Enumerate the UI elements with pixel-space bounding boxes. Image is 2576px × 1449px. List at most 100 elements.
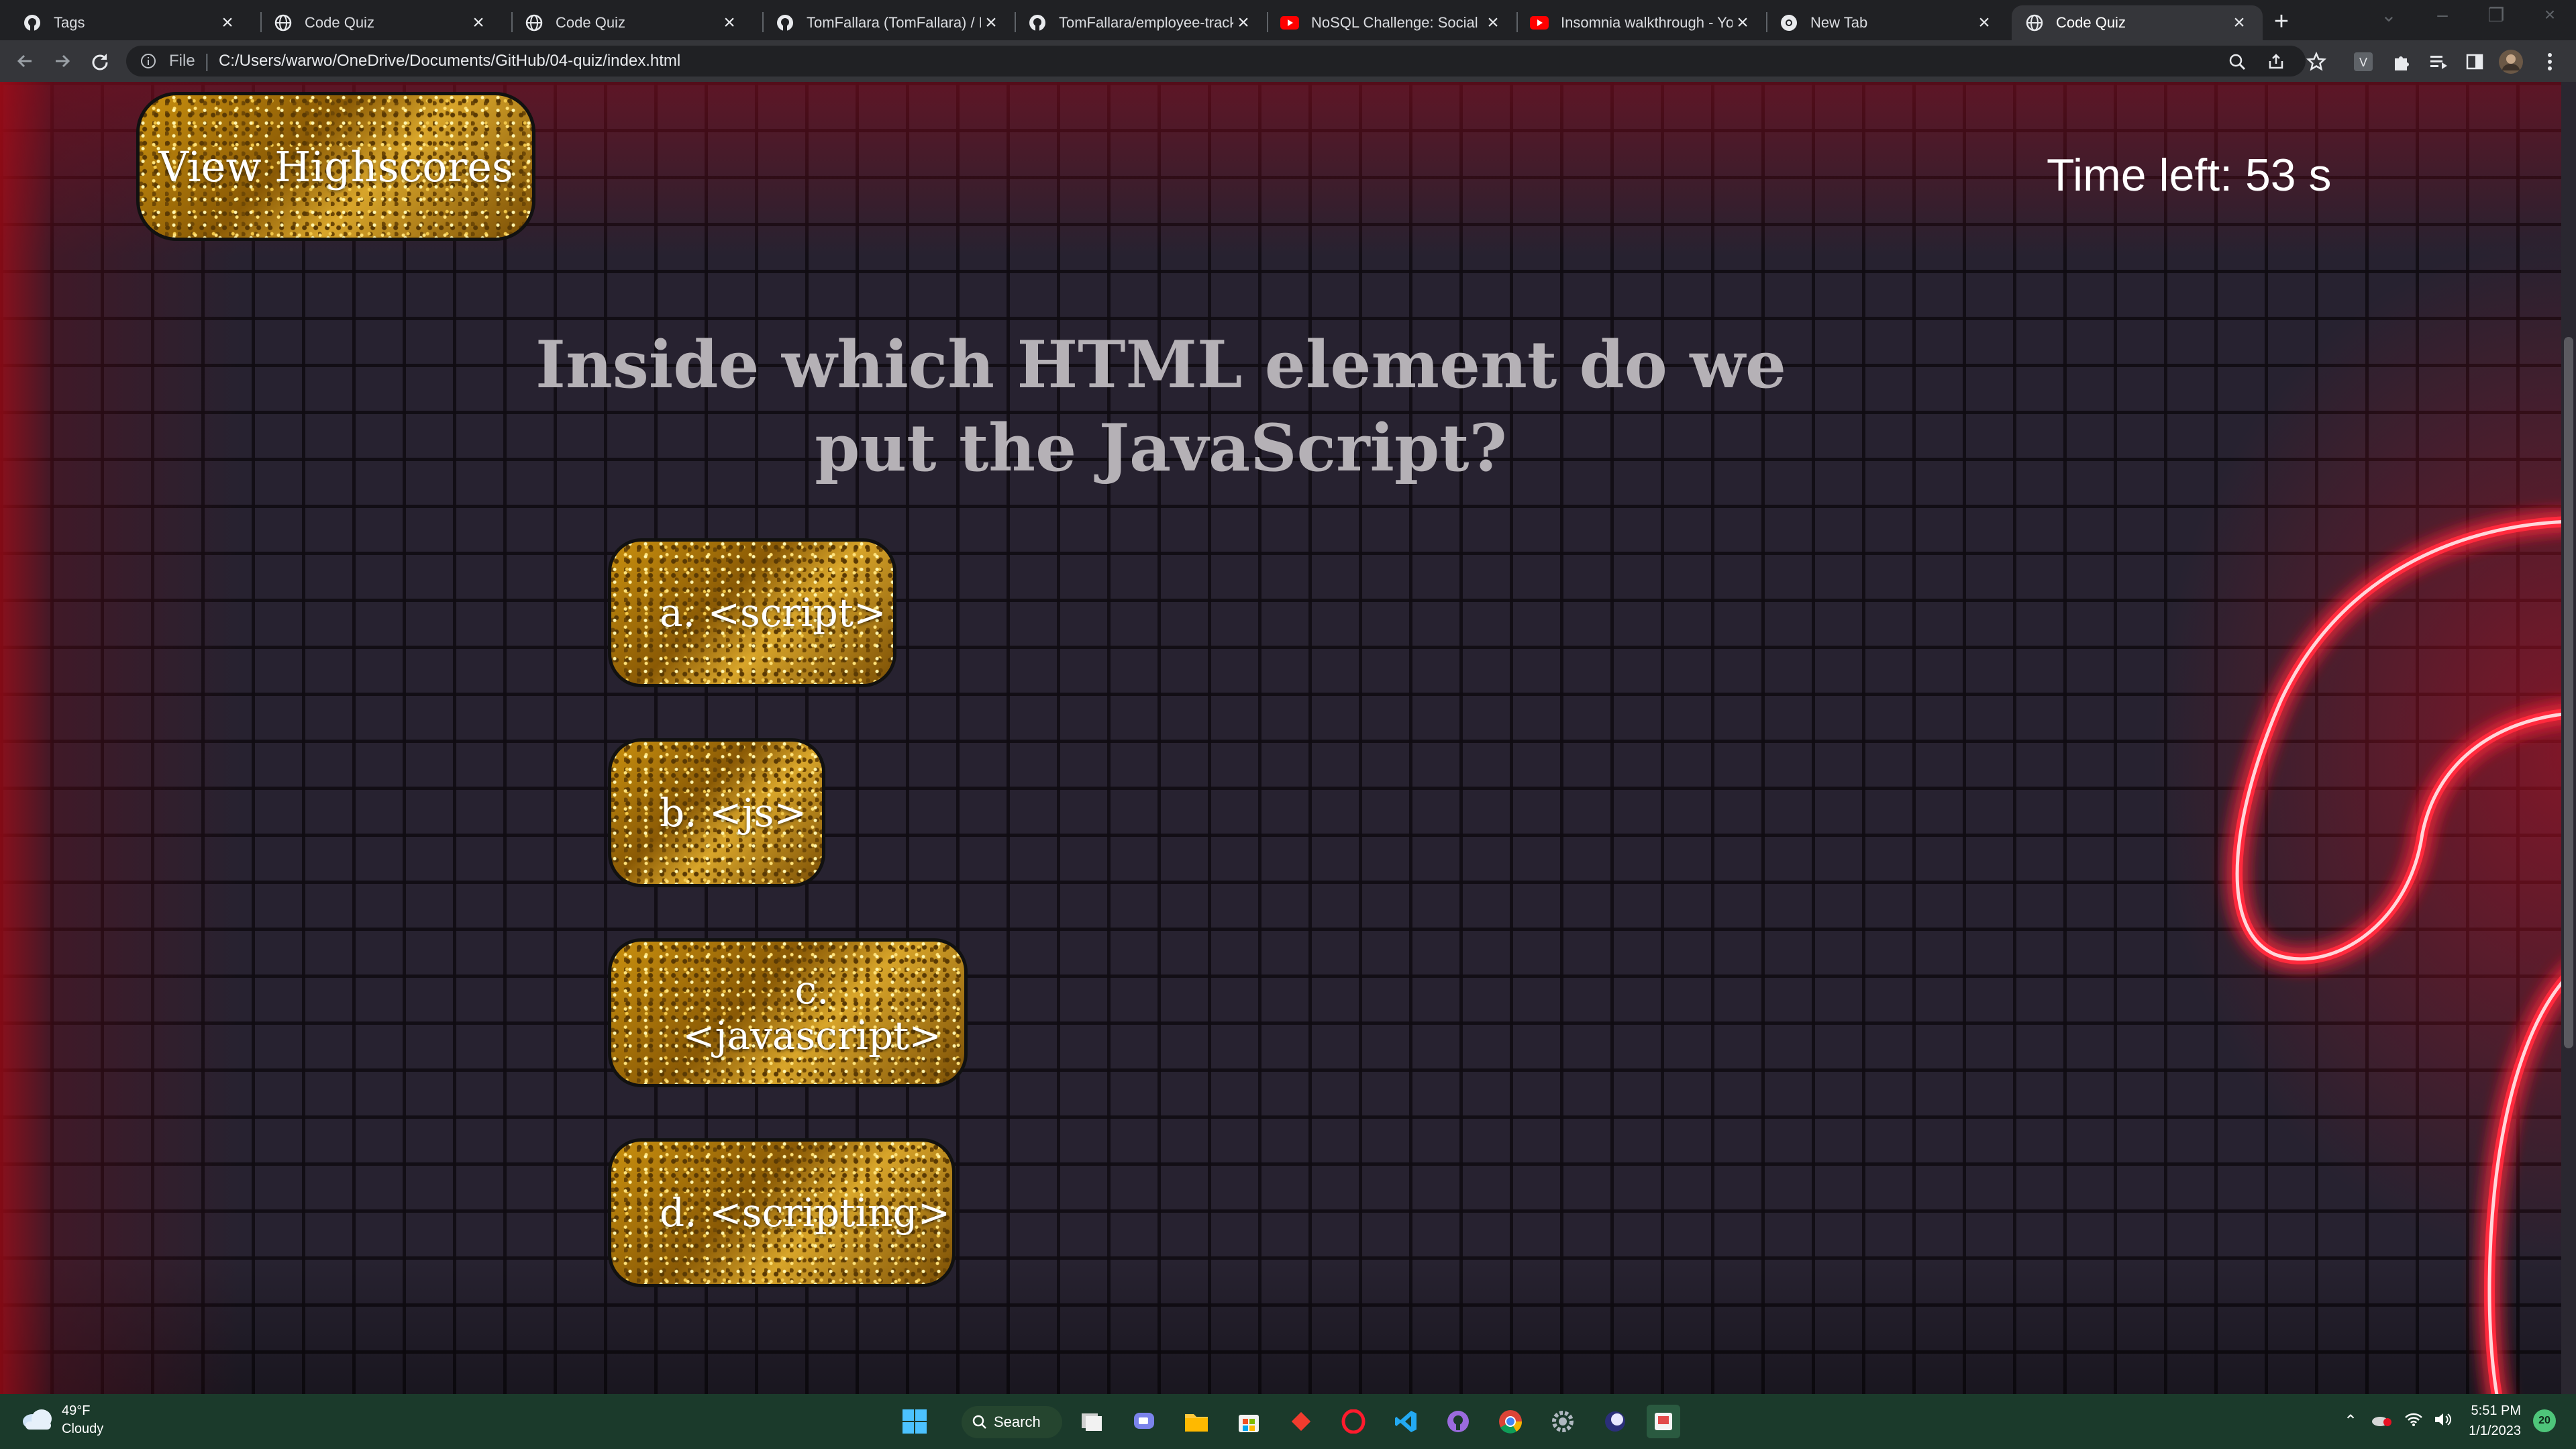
github-desktop-icon[interactable] [1441, 1405, 1475, 1438]
cloud-icon [20, 1407, 54, 1434]
zoom-icon[interactable] [2225, 50, 2249, 74]
search-icon [972, 1415, 986, 1429]
answer-button-a[interactable]: a. <script> [608, 538, 896, 687]
snipping-tool-icon[interactable] [1647, 1405, 1680, 1438]
globe-icon [525, 13, 544, 32]
close-icon[interactable]: × [1483, 13, 1503, 33]
close-icon[interactable]: × [1974, 13, 1994, 33]
youtube-icon [1530, 13, 1549, 32]
opera-icon[interactable] [1337, 1405, 1370, 1438]
git-diamond-icon[interactable] [1284, 1405, 1318, 1438]
tab-nosql-challenge[interactable]: NoSQL Challenge: Social Ne × [1267, 5, 1516, 40]
media-queue-icon[interactable] [2425, 48, 2452, 75]
tab-github-profile[interactable]: TomFallara (TomFallara) / Re × [762, 5, 1015, 40]
taskbar-search-button[interactable]: Search [962, 1406, 1062, 1438]
address-separator: | [204, 50, 209, 71]
extension-v-icon[interactable]: V [2350, 48, 2377, 75]
tab-code-quiz-active[interactable]: Code Quiz × [2012, 5, 2263, 40]
volume-icon[interactable] [2434, 1411, 2453, 1431]
profile-avatar[interactable] [2497, 48, 2524, 75]
address-scheme-label: File [169, 52, 195, 70]
address-url[interactable]: C:/Users/warwo/OneDrive/Documents/GitHub… [219, 52, 680, 70]
settings-gear-icon[interactable] [1546, 1405, 1580, 1438]
github-icon [23, 13, 42, 32]
reload-icon[interactable] [86, 47, 114, 75]
chrome-icon[interactable] [1494, 1405, 1527, 1438]
windows-start-icon[interactable] [898, 1405, 931, 1438]
tab-title: TomFallara (TomFallara) / Re [807, 14, 981, 31]
answer-button-b[interactable]: b. <js> [608, 738, 825, 887]
tab-title: NoSQL Challenge: Social Ne [1311, 14, 1483, 31]
close-icon[interactable]: × [1733, 13, 1753, 33]
answer-button-c[interactable]: c. <javascript> [608, 938, 968, 1087]
file-explorer-icon[interactable] [1180, 1405, 1213, 1438]
tab-title: Code Quiz [556, 14, 625, 31]
answer-button-d[interactable]: d. <scripting> [608, 1138, 956, 1287]
windows-taskbar: 49°F Cloudy Search ⌃ 5:51 PM 1/1/2023 20 [0, 1394, 2576, 1449]
tab-tags[interactable]: Tags × [9, 5, 251, 40]
tab-title: Insomnia walkthrough - You [1561, 14, 1733, 31]
menu-kebab-icon[interactable] [2536, 48, 2563, 75]
tab-title: Code Quiz [2056, 14, 2126, 31]
search-label: Search [994, 1413, 1041, 1430]
neon-sign-decoration [2232, 516, 2576, 1394]
tab-employee-tracker[interactable]: TomFallara/employee-track × [1015, 5, 1267, 40]
weather-widget[interactable]: 49°F Cloudy [20, 1402, 103, 1438]
close-icon[interactable]: × [468, 13, 488, 33]
onedrive-icon[interactable] [2371, 1412, 2392, 1430]
close-icon[interactable]: × [981, 13, 1001, 33]
youtube-icon [1280, 13, 1299, 32]
clock[interactable]: 5:51 PM 1/1/2023 [2469, 1401, 2521, 1441]
forward-icon[interactable] [48, 47, 76, 75]
tab-code-quiz-1[interactable]: Code Quiz × [260, 5, 502, 40]
close-icon[interactable]: × [217, 13, 238, 33]
github-icon [776, 13, 794, 32]
tab-insomnia-walkthrough[interactable]: Insomnia walkthrough - You × [1516, 5, 1766, 40]
clock-time: 5:51 PM [2471, 1403, 2521, 1418]
vscode-icon[interactable] [1389, 1405, 1423, 1438]
svg-text:V: V [2359, 56, 2367, 69]
window-close-icon[interactable]: × [2530, 4, 2570, 26]
clock-date: 1/1/2023 [2469, 1423, 2521, 1438]
info-icon[interactable] [138, 51, 158, 71]
task-view-icon[interactable] [1075, 1405, 1109, 1438]
question-title: Inside which HTML element do we put the … [535, 327, 1786, 486]
bookmark-star-icon[interactable] [2303, 48, 2330, 75]
view-highscores-button[interactable]: View Highscores [136, 92, 535, 241]
globe-icon [274, 13, 293, 32]
timer-display: Time left: 53 s [2047, 150, 2332, 201]
minimize-icon[interactable]: – [2422, 4, 2463, 26]
weather-temperature: 49°F [62, 1403, 91, 1418]
back-icon[interactable] [11, 47, 39, 75]
app-orb-icon[interactable] [1598, 1405, 1632, 1438]
wifi-icon[interactable] [2404, 1412, 2423, 1430]
restore-icon[interactable]: ❐ [2476, 4, 2516, 26]
system-tray: ⌃ 5:51 PM 1/1/2023 20 [2344, 1401, 2556, 1441]
tab-code-quiz-2[interactable]: Code Quiz × [511, 5, 753, 40]
microsoft-store-icon[interactable] [1232, 1405, 1266, 1438]
tab-search-icon[interactable]: ⌄ [2369, 4, 2409, 26]
close-icon[interactable]: × [1233, 13, 1253, 33]
share-icon[interactable] [2264, 50, 2288, 74]
page-viewport: View Highscores Time left: 53 s Inside w… [0, 82, 2576, 1394]
notification-badge[interactable]: 20 [2533, 1409, 2556, 1432]
side-panel-icon[interactable] [2461, 48, 2488, 75]
tab-new-tab[interactable]: New Tab × [1766, 5, 2008, 40]
tab-title: TomFallara/employee-track [1059, 14, 1233, 31]
tab-title: New Tab [1810, 14, 1868, 31]
close-icon[interactable]: × [719, 13, 739, 33]
tab-strip: Tags × Code Quiz × Code Quiz × TomFallar… [0, 0, 2576, 40]
globe-icon [2025, 13, 2044, 32]
page-scrollbar[interactable] [2561, 82, 2576, 1394]
new-tab-button[interactable]: + [2268, 8, 2295, 35]
extensions-puzzle-icon[interactable] [2387, 48, 2414, 75]
address-bar[interactable]: File | C:/Users/warwo/OneDrive/Documents… [126, 46, 2306, 77]
scrollbar-thumb[interactable] [2564, 337, 2573, 1048]
teams-chat-icon[interactable] [1127, 1405, 1161, 1438]
chevron-up-icon[interactable]: ⌃ [2344, 1411, 2357, 1431]
browser-toolbar: File | C:/Users/warwo/OneDrive/Documents… [0, 40, 2576, 82]
weather-description: Cloudy [62, 1421, 104, 1436]
close-icon[interactable]: × [2229, 13, 2249, 33]
chrome-icon [1780, 13, 1798, 32]
tab-title: Code Quiz [305, 14, 374, 31]
